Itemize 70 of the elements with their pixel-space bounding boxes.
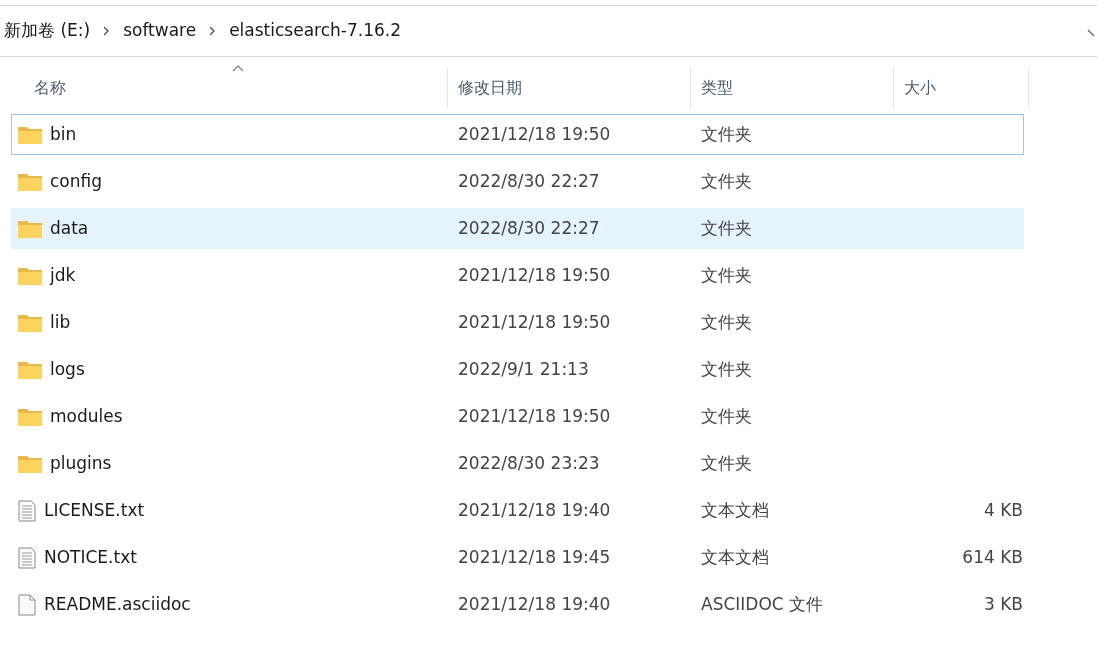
file-type: 文本文档 <box>701 546 769 567</box>
file-type: 文件夹 <box>701 123 752 144</box>
file-name: plugins <box>50 451 112 475</box>
file-name: data <box>50 216 89 240</box>
modified-date: 2021/12/18 19:45 <box>458 546 611 567</box>
file-row[interactable]: logs 2022/9/1 21:13 文件夹 <box>11 349 1024 390</box>
file-name: LICENSE.txt <box>44 498 145 522</box>
dropdown-icon[interactable] <box>1087 28 1097 38</box>
file-name: config <box>50 169 103 193</box>
file-name: README.asciidoc <box>44 592 191 616</box>
file-type: 文件夹 <box>701 264 752 285</box>
modified-date: 2021/12/18 19:50 <box>458 405 611 426</box>
folder-icon <box>18 218 42 239</box>
file-type: 文本文档 <box>701 499 769 520</box>
text-file-icon <box>18 546 36 569</box>
file-size: 614 KB <box>962 546 1023 567</box>
sort-icon <box>231 64 244 72</box>
column-header[interactable]: 类型 <box>691 68 894 108</box>
file-row[interactable]: LICENSE.txt 2021/12/18 19:40 文本文档 4 KB <box>11 490 1024 531</box>
file-row[interactable]: modules 2021/12/18 19:50 文件夹 <box>11 396 1024 437</box>
file-row[interactable]: jdk 2021/12/18 19:50 文件夹 <box>11 255 1024 296</box>
file-type: 文件夹 <box>701 311 752 332</box>
folder-icon <box>18 171 42 192</box>
file-type: 文件夹 <box>701 217 752 238</box>
file-row[interactable]: data 2022/8/30 22:27 文件夹 <box>11 208 1024 249</box>
column-header[interactable]: 修改日期 <box>448 68 691 108</box>
file-type: ASCIIDOC 文件 <box>701 593 824 614</box>
modified-date: 2022/9/1 21:13 <box>458 358 589 379</box>
address-bar[interactable]: 新加卷 (E:) software elasticsearch-7.16.2 <box>0 5 1097 57</box>
file-row[interactable]: lib 2021/12/18 19:50 文件夹 <box>11 302 1024 343</box>
file-size: 4 KB <box>983 499 1023 520</box>
modified-date: 2021/12/18 19:50 <box>458 123 611 144</box>
modified-date: 2021/12/18 19:40 <box>458 499 611 520</box>
file-row[interactable]: NOTICE.txt 2021/12/18 19:45 文本文档 614 KB <box>11 537 1024 578</box>
chevron-icon <box>210 26 216 36</box>
breadcrumb-item[interactable]: software <box>123 18 197 44</box>
folder-icon <box>18 312 42 333</box>
modified-date: 2022/8/30 23:23 <box>458 452 600 473</box>
file-row[interactable]: config 2022/8/30 22:27 文件夹 <box>11 161 1024 202</box>
breadcrumb-item[interactable]: 新加卷 (E:) <box>4 18 91 44</box>
file-size: 3 KB <box>983 593 1023 614</box>
breadcrumb-item[interactable]: elasticsearch-7.16.2 <box>229 18 402 44</box>
file-name: lib <box>50 310 71 334</box>
file-type: 文件夹 <box>701 170 752 191</box>
modified-date: 2022/8/30 22:27 <box>458 170 600 191</box>
file-name: NOTICE.txt <box>44 545 137 569</box>
file-name: logs <box>50 357 85 381</box>
text-file-icon <box>18 499 36 522</box>
file-name: jdk <box>50 263 76 287</box>
column-header[interactable]: 名称 <box>0 68 448 108</box>
file-icon <box>18 593 36 616</box>
modified-date: 2021/12/18 19:50 <box>458 311 611 332</box>
folder-icon <box>18 124 42 145</box>
file-name: bin <box>50 122 77 146</box>
folder-icon <box>18 265 42 286</box>
modified-date: 2021/12/18 19:40 <box>458 593 611 614</box>
file-type: 文件夹 <box>701 452 752 473</box>
file-type: 文件夹 <box>701 405 752 426</box>
file-row[interactable]: bin 2021/12/18 19:50 文件夹 <box>11 114 1024 155</box>
modified-date: 2022/8/30 22:27 <box>458 217 600 238</box>
column-header[interactable]: 大小 <box>894 68 1029 108</box>
folder-icon <box>18 453 42 474</box>
modified-date: 2021/12/18 19:50 <box>458 264 611 285</box>
folder-icon <box>18 406 42 427</box>
file-type: 文件夹 <box>701 358 752 379</box>
file-row[interactable]: plugins 2022/8/30 23:23 文件夹 <box>11 443 1024 484</box>
file-name: modules <box>50 404 123 428</box>
folder-icon <box>18 359 42 380</box>
file-row[interactable]: README.asciidoc 2021/12/18 19:40 ASCIIDOC 文件 3 KB <box>11 584 1024 625</box>
chevron-icon <box>104 26 110 36</box>
